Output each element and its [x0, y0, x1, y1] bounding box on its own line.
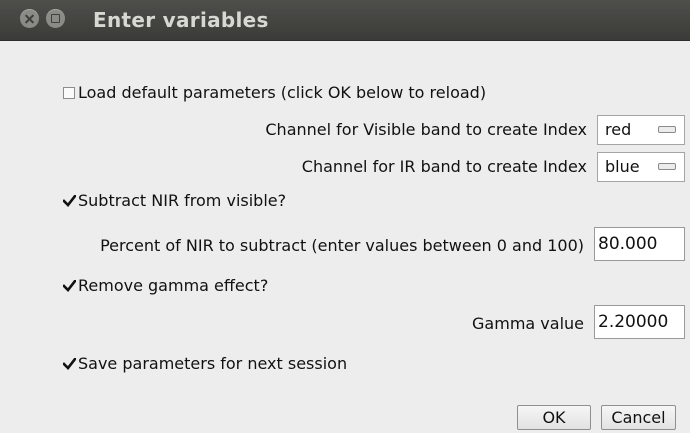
- ir-channel-select[interactable]: blue: [597, 152, 685, 182]
- gamma-input[interactable]: [594, 305, 685, 339]
- save-params-checkbox-row[interactable]: Save parameters for next session: [63, 354, 347, 376]
- ok-button[interactable]: OK: [517, 405, 591, 430]
- ir-channel-label: Channel for IR band to create Index: [301, 157, 587, 176]
- dialog-window: Enter variables Load default parameters …: [0, 0, 690, 433]
- load-default-label: Load default parameters (click OK below …: [78, 83, 487, 102]
- percent-nir-label: Percent of NIR to subtract (enter values…: [100, 236, 584, 255]
- save-params-checkbox[interactable]: [63, 358, 76, 370]
- ir-channel-value: blue: [605, 157, 640, 176]
- checkmark-icon: [63, 195, 76, 207]
- checkmark-icon: [63, 358, 76, 370]
- title-bar: Enter variables: [0, 0, 690, 41]
- gamma-label: Gamma value: [472, 314, 584, 333]
- visible-channel-value: red: [605, 120, 632, 139]
- subtract-nir-checkbox-row[interactable]: Subtract NIR from visible?: [63, 191, 286, 213]
- dropdown-icon: [658, 126, 676, 133]
- load-default-checkbox[interactable]: [63, 87, 75, 99]
- minimize-icon[interactable]: [46, 9, 65, 28]
- visible-channel-label: Channel for Visible band to create Index: [265, 120, 587, 139]
- dropdown-icon: [658, 163, 676, 170]
- percent-nir-input[interactable]: [594, 227, 685, 261]
- load-default-checkbox-row[interactable]: Load default parameters (click OK below …: [63, 83, 486, 105]
- subtract-nir-label: Subtract NIR from visible?: [78, 191, 287, 210]
- visible-channel-select[interactable]: red: [597, 115, 685, 145]
- remove-gamma-checkbox-row[interactable]: Remove gamma effect?: [63, 276, 268, 298]
- checkmark-icon: [63, 280, 76, 292]
- close-icon[interactable]: [20, 9, 39, 28]
- remove-gamma-label: Remove gamma effect?: [78, 276, 269, 295]
- save-params-label: Save parameters for next session: [78, 354, 348, 373]
- window-title: Enter variables: [93, 8, 269, 32]
- subtract-nir-checkbox[interactable]: [63, 195, 76, 207]
- remove-gamma-checkbox[interactable]: [63, 280, 76, 292]
- cancel-button[interactable]: Cancel: [601, 405, 676, 430]
